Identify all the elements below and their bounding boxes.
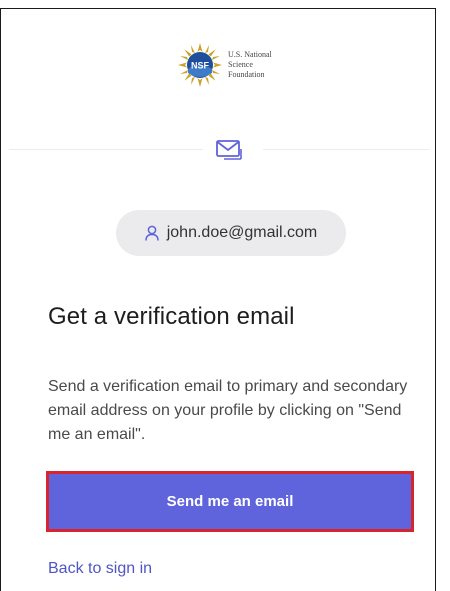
nsf-seal-icon: NSF	[178, 43, 222, 87]
nsf-logo: NSF U.S. National Science Foundation	[178, 43, 272, 87]
back-to-signin-link[interactable]: Back to sign in	[48, 560, 152, 578]
divider-left	[9, 149, 203, 150]
description: Send a verification email to primary and…	[48, 378, 408, 443]
logo-line-1: U.S. National	[228, 50, 272, 59]
signin-card: NSF U.S. National Science Foundation joh…	[0, 8, 436, 591]
account-email: john.doe@gmail.com	[166, 224, 318, 241]
send-email-button[interactable]: Send me an email	[46, 471, 414, 532]
divider-right	[263, 149, 429, 150]
page-title: Get a verification email	[48, 303, 295, 330]
nsf-wordmark: U.S. National Science Foundation	[228, 50, 272, 80]
logo-line-2: Science	[228, 60, 253, 69]
account-email-pill: john.doe@gmail.com	[116, 210, 346, 256]
mail-icon	[216, 140, 242, 160]
seal-text: NSF	[191, 61, 210, 71]
user-icon	[144, 225, 159, 241]
logo-line-3: Foundation	[228, 70, 265, 79]
